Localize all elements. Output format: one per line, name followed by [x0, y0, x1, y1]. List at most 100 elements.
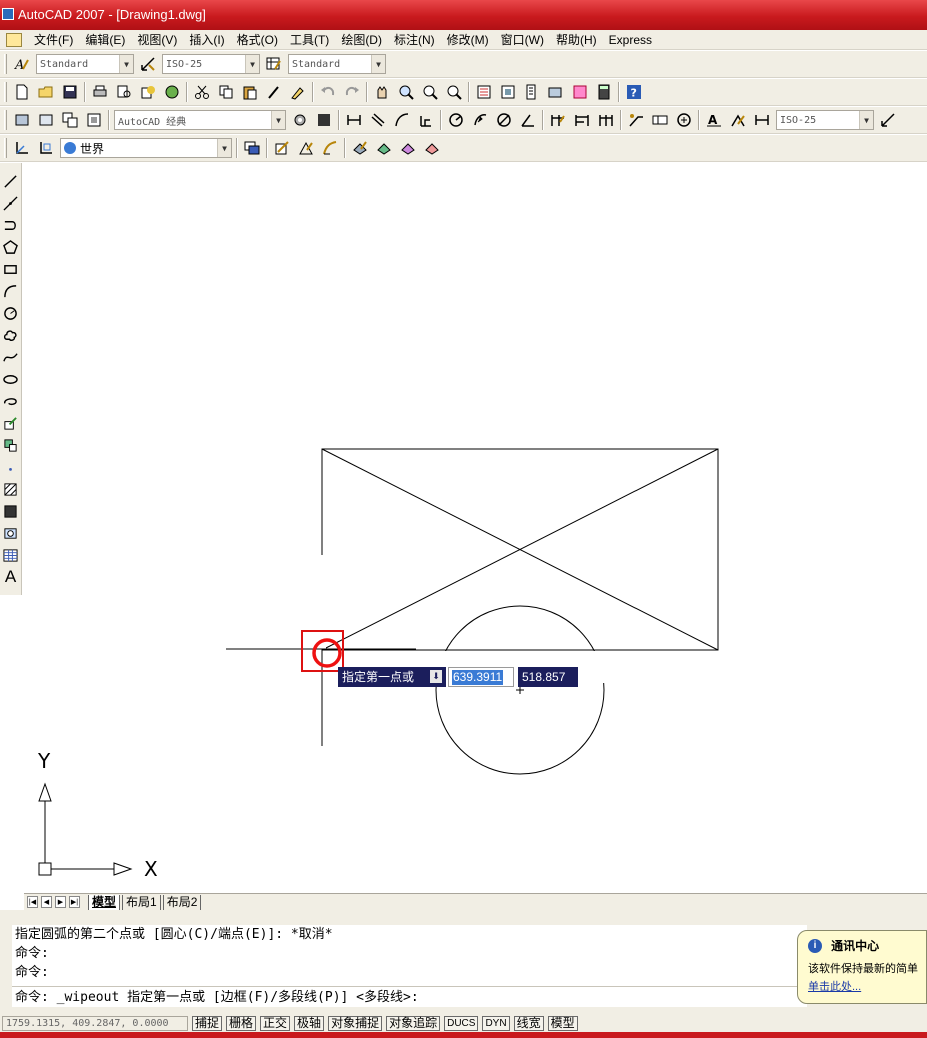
help-icon[interactable]: ?: [624, 82, 644, 102]
toolbar-grip[interactable]: [4, 82, 7, 102]
sheet-set-icon[interactable]: [546, 82, 566, 102]
multiline-text-icon[interactable]: A: [2, 567, 20, 587]
layer-manager-icon[interactable]: [12, 110, 32, 130]
zoom-window-icon[interactable]: [420, 82, 440, 102]
workspace-settings-icon[interactable]: [290, 110, 310, 130]
tool-palettes-icon[interactable]: [522, 82, 542, 102]
menu-window[interactable]: 窗口(W): [495, 31, 550, 49]
layer-match-icon[interactable]: [350, 138, 370, 158]
ellipse-icon[interactable]: [2, 369, 20, 389]
menu-file[interactable]: 文件(F): [28, 31, 79, 49]
paste-icon[interactable]: [240, 82, 260, 102]
pan-realtime-icon[interactable]: [372, 82, 392, 102]
dim-style-select-2[interactable]: ISO-25 ▼: [776, 110, 874, 130]
prev-tab-icon[interactable]: ◀: [41, 896, 52, 908]
menu-tools[interactable]: 工具(T): [284, 31, 335, 49]
workspace-select[interactable]: AutoCAD 经典 ▼: [114, 110, 286, 130]
quick-leader-icon[interactable]: [626, 110, 646, 130]
toggle-ortho[interactable]: 正交: [260, 1015, 291, 1031]
3d-dwf-icon[interactable]: [162, 82, 182, 102]
toggle-grid[interactable]: 栅格: [226, 1015, 257, 1031]
tab-layout2[interactable]: 布局2: [162, 894, 202, 910]
menu-modify[interactable]: 修改(M): [441, 31, 495, 49]
dim-style-icon[interactable]: [138, 54, 158, 74]
point-icon[interactable]: [2, 457, 20, 477]
center-mark-icon[interactable]: [674, 110, 694, 130]
ucs-object-icon[interactable]: [272, 138, 292, 158]
toolbar-grip[interactable]: [4, 138, 7, 158]
block-editor-icon[interactable]: [288, 82, 308, 102]
last-tab-icon[interactable]: ▶|: [69, 896, 80, 908]
command-input[interactable]: 命令: _wipeout 指定第一点或 [边框(F)/多段线(P)] <多段线>…: [12, 986, 807, 1007]
gradient-icon[interactable]: [2, 501, 20, 521]
toggle-lineweight[interactable]: 线宽: [513, 1015, 544, 1031]
rectangle-icon[interactable]: [2, 259, 20, 279]
toggle-otrack[interactable]: 对象追踪: [386, 1015, 441, 1031]
table-icon[interactable]: [2, 545, 20, 565]
text-style-select[interactable]: Standard ▼: [36, 54, 134, 74]
dimension-style-icon[interactable]: [878, 110, 898, 130]
new-file-icon[interactable]: [12, 82, 32, 102]
ucs-view-icon[interactable]: [320, 138, 340, 158]
angular-dimension-icon[interactable]: [518, 110, 538, 130]
markup-icon[interactable]: [570, 82, 590, 102]
layer-states-icon[interactable]: [36, 110, 56, 130]
ucs-face-icon[interactable]: [296, 138, 316, 158]
layer-change-icon[interactable]: [374, 138, 394, 158]
circle-icon[interactable]: [2, 303, 20, 323]
toggle-snap[interactable]: 捕捉: [192, 1015, 223, 1031]
toggle-osnap[interactable]: 对象捕捉: [328, 1015, 383, 1031]
calculator-icon[interactable]: [594, 82, 614, 102]
dimension-text-edit-icon[interactable]: [728, 110, 748, 130]
polyline-icon[interactable]: [2, 215, 20, 235]
open-file-icon[interactable]: [36, 82, 56, 102]
quick-dimension-icon[interactable]: [548, 110, 568, 130]
aligned-dimension-icon[interactable]: [368, 110, 388, 130]
table-style-select[interactable]: Standard ▼: [288, 54, 386, 74]
toggle-ducs[interactable]: DUCS: [444, 1015, 479, 1031]
continue-dimension-icon[interactable]: [596, 110, 616, 130]
zoom-previous-icon[interactable]: [444, 82, 464, 102]
toggle-polar[interactable]: 极轴: [294, 1015, 325, 1031]
menu-draw[interactable]: 绘图(D): [335, 31, 388, 49]
undo-icon[interactable]: [318, 82, 338, 102]
revision-cloud-icon[interactable]: [2, 325, 20, 345]
cut-icon[interactable]: [192, 82, 212, 102]
match-properties-icon[interactable]: [264, 82, 284, 102]
tab-model[interactable]: 模型: [88, 894, 121, 910]
menu-view[interactable]: 视图(V): [131, 31, 183, 49]
tolerance-icon[interactable]: [650, 110, 670, 130]
tab-layout1[interactable]: 布局1: [122, 894, 161, 910]
zoom-realtime-icon[interactable]: [396, 82, 416, 102]
coordinates-display[interactable]: 1759.1315, 409.2847, 0.0000: [2, 1015, 188, 1031]
arc-icon[interactable]: [2, 281, 20, 301]
table-style-icon[interactable]: [264, 54, 284, 74]
drawing-area[interactable]: [24, 163, 927, 893]
design-center-icon[interactable]: [498, 82, 518, 102]
text-style-icon[interactable]: A: [12, 54, 32, 74]
radius-dimension-icon[interactable]: [446, 110, 466, 130]
communication-center-balloon[interactable]: i 通讯中心 该软件保持最新的简单 单击此处...: [797, 930, 927, 1004]
menu-format[interactable]: 格式(O): [231, 31, 284, 49]
menu-edit[interactable]: 编辑(E): [79, 31, 131, 49]
menu-insert[interactable]: 插入(I): [183, 31, 230, 49]
line-icon[interactable]: [2, 171, 20, 191]
diameter-dimension-icon[interactable]: [494, 110, 514, 130]
menu-dimension[interactable]: 标注(N): [388, 31, 441, 49]
linear-dimension-icon[interactable]: [344, 110, 364, 130]
redo-icon[interactable]: [342, 82, 362, 102]
jogged-dimension-icon[interactable]: [470, 110, 490, 130]
layer-copy-icon[interactable]: [398, 138, 418, 158]
plot-preview-icon[interactable]: [114, 82, 134, 102]
dynamic-input-x[interactable]: 639.3911: [448, 667, 514, 687]
save-icon[interactable]: [60, 82, 80, 102]
dimension-edit-icon[interactable]: A: [704, 110, 724, 130]
spline-icon[interactable]: [2, 347, 20, 367]
drawing-canvas[interactable]: Y X: [24, 163, 927, 893]
baseline-dimension-icon[interactable]: [572, 110, 592, 130]
next-tab-icon[interactable]: ▶: [55, 896, 66, 908]
ellipse-arc-icon[interactable]: [2, 391, 20, 411]
arc-length-icon[interactable]: [392, 110, 412, 130]
ucs-previous-icon[interactable]: [36, 138, 56, 158]
publish-icon[interactable]: [138, 82, 158, 102]
